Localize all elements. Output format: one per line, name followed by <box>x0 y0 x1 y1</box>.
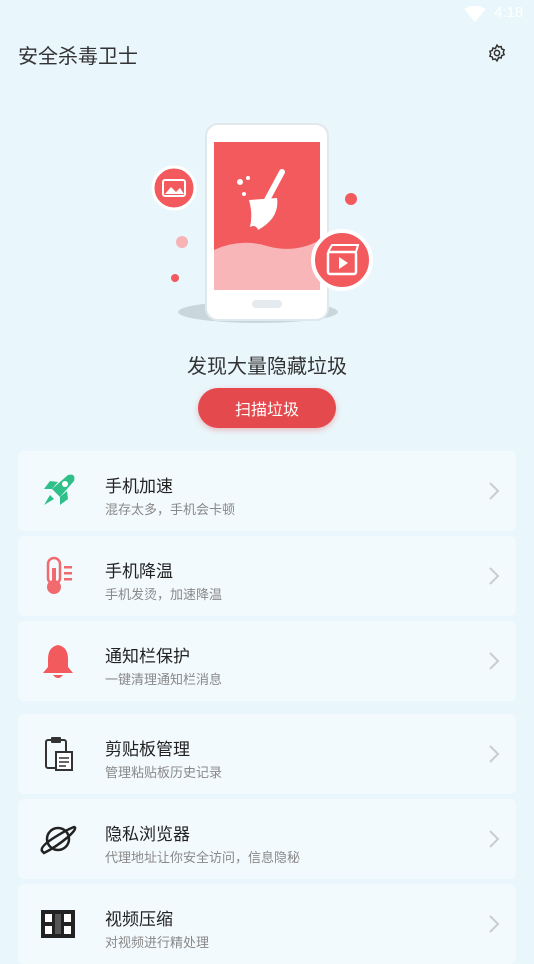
wifi-icon <box>464 6 486 22</box>
chevron-right-icon <box>489 745 500 763</box>
card-title: 视频压缩 <box>105 910 173 930</box>
card-title: 通知栏保护 <box>105 647 190 667</box>
card-subtitle: 管理粘贴板历史记录 <box>105 766 223 781</box>
rocket-icon <box>44 474 75 505</box>
feature-group-2: 剪贴板管理 管理粘贴板历史记录 隐私浏览器 代理地址让你安全访问，信息隐秘 视频… <box>18 714 516 964</box>
card-phone-boost[interactable]: 手机加速 混存太多，手机会卡顿 <box>18 451 516 531</box>
scan-junk-button[interactable]: 扫描垃圾 <box>198 388 336 428</box>
card-subtitle: 对视频进行精处理 <box>105 936 210 951</box>
junk-clean-illustration <box>151 123 373 323</box>
status-time: 4:18 <box>494 4 524 21</box>
card-subtitle: 代理地址让你安全访问，信息隐秘 <box>105 851 301 866</box>
card-subtitle: 混存太多，手机会卡顿 <box>105 503 236 518</box>
card-clipboard-manager[interactable]: 剪贴板管理 管理粘贴板历史记录 <box>18 714 516 794</box>
card-phone-cooling[interactable]: 手机降温 手机发烫，加速降温 <box>18 536 516 616</box>
thermometer-icon <box>46 556 72 594</box>
card-title: 剪贴板管理 <box>105 740 190 760</box>
chevron-right-icon <box>489 482 500 500</box>
chevron-right-icon <box>489 830 500 848</box>
chevron-right-icon <box>489 915 500 933</box>
film-icon <box>41 910 75 938</box>
bell-icon <box>43 645 73 678</box>
feature-group-1: 手机加速 混存太多，手机会卡顿 手机降温 手机发烫，加速降温 通知栏保护 一键清… <box>18 451 516 703</box>
planet-icon <box>40 825 77 855</box>
status-bar: 4:18 <box>0 0 534 28</box>
app-title: 安全杀毒卫士 <box>18 44 138 68</box>
gear-icon <box>488 44 506 62</box>
card-video-compress[interactable]: 视频压缩 对视频进行精处理 <box>18 884 516 964</box>
card-subtitle: 手机发烫，加速降温 <box>105 588 223 603</box>
chevron-right-icon <box>489 567 500 585</box>
card-title: 手机降温 <box>105 562 173 582</box>
clipboard-icon <box>45 737 73 771</box>
settings-button[interactable] <box>484 40 510 66</box>
card-notification-protect[interactable]: 通知栏保护 一键清理通知栏消息 <box>18 621 516 701</box>
junk-found-headline: 发现大量隐藏垃圾 <box>187 354 347 378</box>
card-title: 隐私浏览器 <box>105 825 190 845</box>
chevron-right-icon <box>489 652 500 670</box>
card-private-browser[interactable]: 隐私浏览器 代理地址让你安全访问，信息隐秘 <box>18 799 516 879</box>
card-subtitle: 一键清理通知栏消息 <box>105 673 223 688</box>
card-title: 手机加速 <box>105 477 173 497</box>
